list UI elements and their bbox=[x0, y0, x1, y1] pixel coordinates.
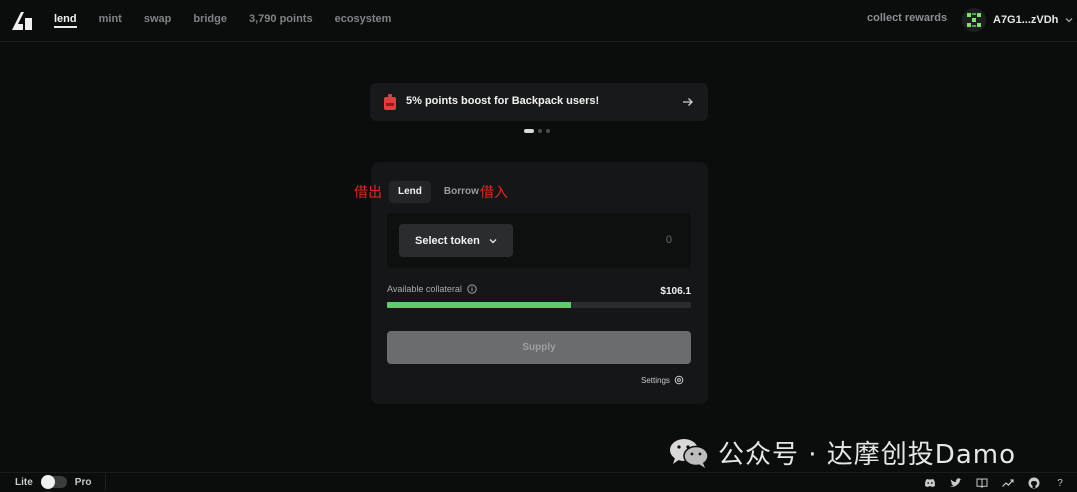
lite-pro-switch: Lite Pro bbox=[15, 475, 92, 489]
collateral-progress-fill bbox=[387, 302, 571, 308]
top-navigation-bar: lend mint swap bridge 3,790 points ecosy… bbox=[0, 0, 1077, 42]
amount-input[interactable]: 0 bbox=[640, 234, 672, 246]
gear-icon bbox=[674, 375, 684, 385]
wallet-avatar-icon bbox=[962, 8, 986, 32]
nav-item-lend[interactable]: lend bbox=[54, 0, 77, 42]
chevron-down-icon bbox=[1065, 18, 1073, 23]
twitter-icon[interactable] bbox=[950, 477, 962, 489]
backpack-icon bbox=[384, 94, 396, 110]
select-token-label: Select token bbox=[415, 234, 480, 247]
supply-button[interactable]: Supply bbox=[387, 331, 691, 364]
nav-item-swap[interactable]: swap bbox=[144, 0, 172, 42]
docs-icon[interactable] bbox=[976, 477, 988, 489]
watermark-text: 公众号 · 达摩创投Damo bbox=[718, 440, 1016, 470]
settings-link[interactable]: Settings bbox=[641, 375, 684, 385]
app-logo[interactable] bbox=[10, 10, 34, 32]
collateral-progress-bar bbox=[387, 302, 691, 308]
collect-rewards-link[interactable]: collect rewards bbox=[867, 12, 947, 24]
collateral-label-text: Available collateral bbox=[387, 284, 462, 294]
pro-label: Pro bbox=[74, 476, 92, 488]
pagination-dot-2[interactable] bbox=[538, 129, 542, 133]
banner-text: 5% points boost for Backpack users! bbox=[406, 95, 600, 107]
nav-item-mint[interactable]: mint bbox=[99, 0, 122, 42]
nav-item-bridge[interactable]: bridge bbox=[193, 0, 227, 42]
promo-banner[interactable]: 5% points boost for Backpack users! bbox=[370, 83, 708, 121]
help-icon[interactable]: ? bbox=[1054, 477, 1066, 489]
wechat-icon bbox=[670, 438, 709, 468]
wallet-address: A7G1...zVDh bbox=[993, 14, 1059, 26]
lend-borrow-tabs: Lend Borrow bbox=[389, 181, 492, 203]
annotation-borrow: 借入 bbox=[480, 185, 508, 201]
toggle-knob bbox=[40, 475, 55, 489]
nav-item-ecosystem[interactable]: ecosystem bbox=[335, 0, 392, 42]
footer-divider bbox=[105, 474, 106, 490]
watermark: 公众号 · 达摩创投Damo bbox=[668, 434, 1016, 471]
collateral-value: $106.1 bbox=[660, 286, 691, 297]
select-token-button[interactable]: Select token bbox=[399, 224, 513, 257]
lite-label: Lite bbox=[15, 476, 33, 488]
main-nav: lend mint swap bridge 3,790 points ecosy… bbox=[54, 0, 413, 42]
info-icon[interactable] bbox=[467, 284, 477, 294]
banner-pagination bbox=[524, 129, 554, 133]
mode-toggle[interactable] bbox=[40, 475, 67, 489]
github-icon[interactable] bbox=[1028, 477, 1040, 489]
settings-label: Settings bbox=[641, 375, 670, 385]
discord-icon[interactable] bbox=[924, 477, 936, 489]
wallet-button[interactable]: A7G1...zVDh bbox=[962, 8, 1074, 32]
available-collateral-label: Available collateral bbox=[387, 284, 477, 294]
chevron-down-icon bbox=[489, 238, 497, 243]
annotation-lend: 借出 bbox=[354, 185, 382, 201]
nav-item-points[interactable]: 3,790 points bbox=[249, 0, 313, 42]
bottom-bar bbox=[0, 472, 1077, 492]
tab-lend[interactable]: Lend bbox=[389, 181, 431, 203]
arrow-right-icon[interactable] bbox=[682, 96, 694, 108]
analytics-icon[interactable] bbox=[1002, 477, 1014, 489]
footer-icon-links: ? bbox=[924, 477, 1077, 489]
pagination-dot-3[interactable] bbox=[546, 129, 550, 133]
pagination-dot-1[interactable] bbox=[524, 129, 534, 133]
